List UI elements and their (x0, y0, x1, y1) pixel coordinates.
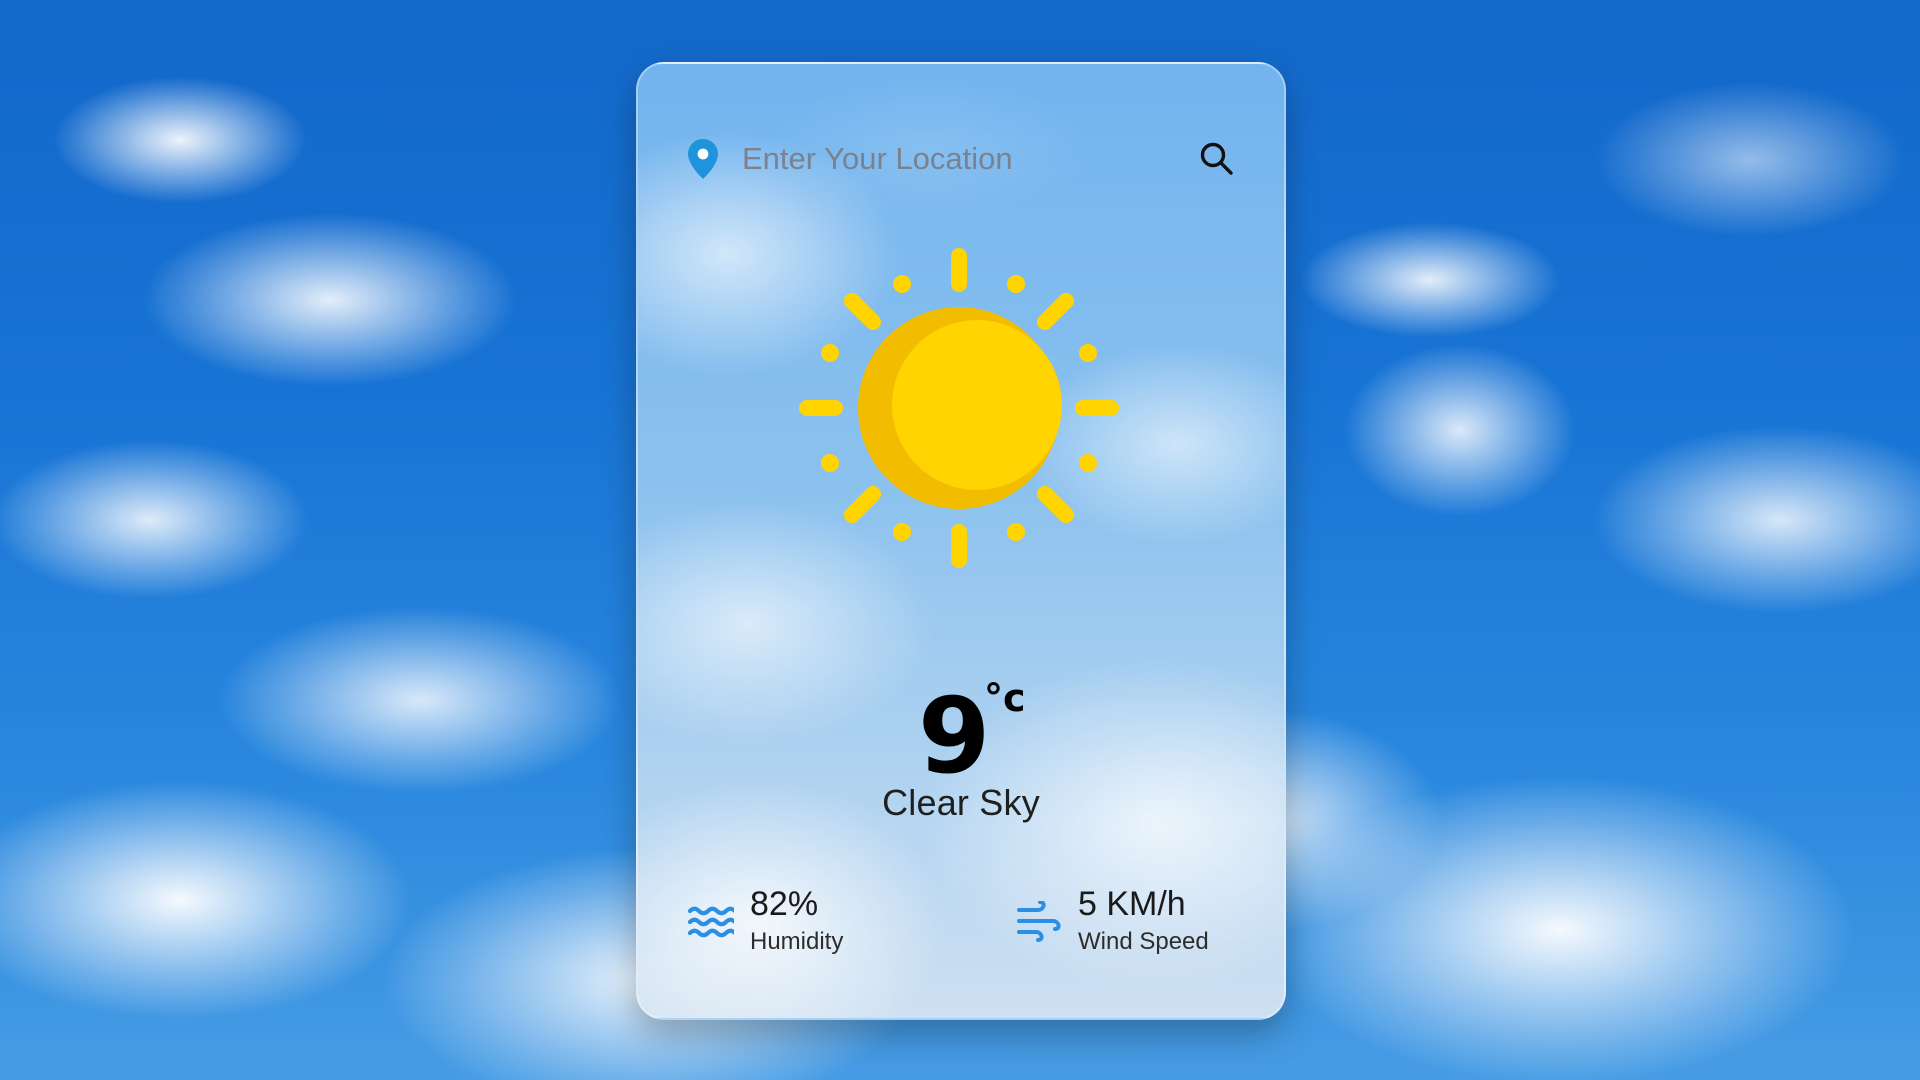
sun-icon (789, 238, 1129, 578)
wind-text: 5 KM/h Wind Speed (1078, 885, 1209, 959)
wind-icon (1016, 901, 1062, 943)
humidity-stat: 82% Humidity (686, 885, 844, 959)
temperature-unit: °c (984, 676, 1026, 720)
search-icon[interactable] (1198, 140, 1236, 178)
humidity-icon (686, 903, 734, 941)
humidity-label: Humidity (750, 928, 844, 956)
wind-stat: 5 KM/h Wind Speed (1016, 885, 1209, 959)
search-left-group (686, 137, 1122, 181)
temperature-value: 9 (918, 675, 991, 797)
weather-stats: 82% Humidity 5 KM/h Wind Speed (686, 885, 1246, 986)
humidity-text: 82% Humidity (750, 885, 844, 959)
location-search-input[interactable] (742, 141, 1122, 177)
weather-card: 9 °c Clear Sky 82% Humidity (636, 62, 1286, 1020)
search-bar (686, 124, 1236, 194)
location-pin-icon (686, 137, 720, 181)
wind-value: 5 KM/h (1078, 885, 1186, 923)
weather-condition: Clear Sky (882, 782, 1040, 823)
wind-label: Wind Speed (1078, 928, 1209, 956)
humidity-value: 82% (750, 885, 819, 923)
